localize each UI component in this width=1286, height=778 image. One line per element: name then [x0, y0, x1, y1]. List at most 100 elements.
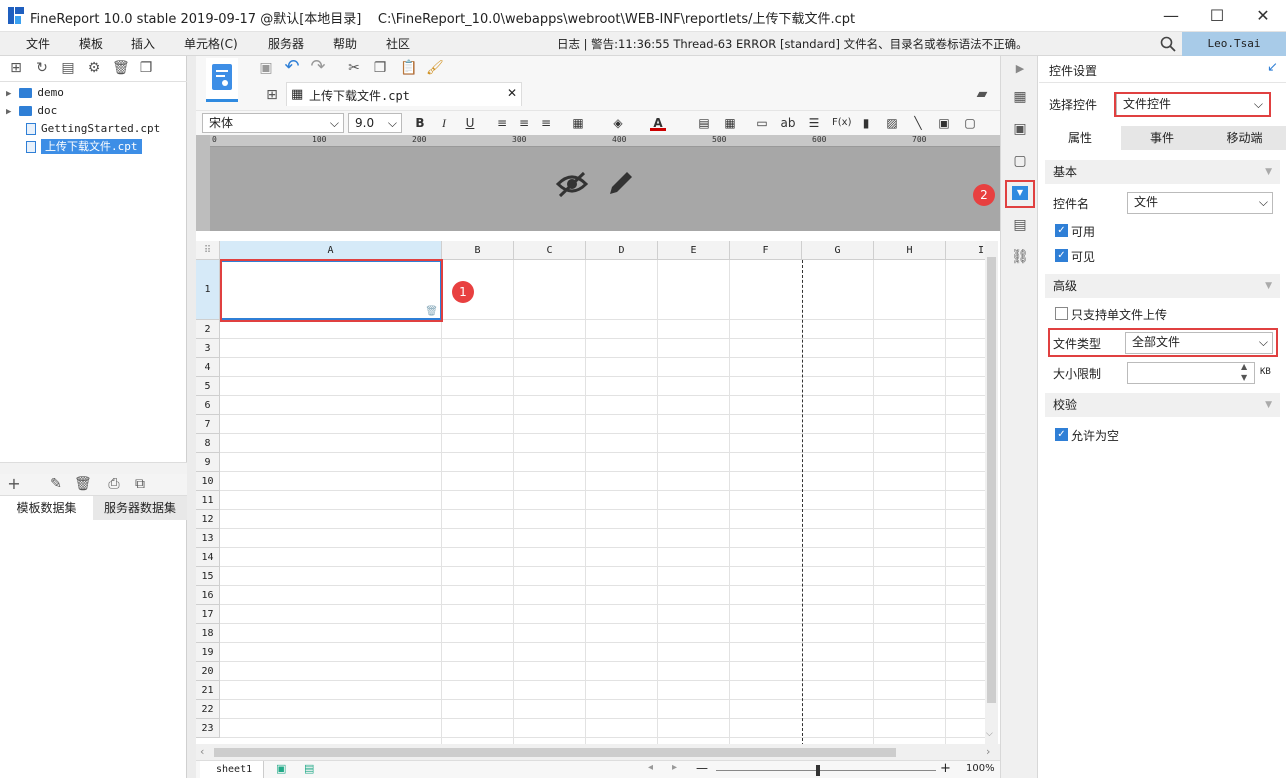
row-header[interactable]: 21 — [196, 681, 220, 700]
row-header[interactable]: 9 — [196, 453, 220, 472]
hyperlink-icon[interactable]: ⛓ — [1011, 248, 1029, 266]
zoom-in-icon[interactable]: + — [940, 761, 951, 776]
copy-icon[interactable]: ❐ — [372, 60, 388, 76]
add-sheet-icon[interactable]: ▣ — [276, 762, 286, 775]
tree-item-doc[interactable]: ▶ doc — [6, 102, 57, 120]
align-left-icon[interactable]: ≡ — [494, 115, 510, 131]
tab-mobile[interactable]: 移动端 — [1203, 126, 1286, 150]
row-header[interactable]: 6 — [196, 396, 220, 415]
menu-template[interactable]: 模板 — [79, 35, 103, 52]
spreadsheet-grid[interactable]: ⠿ A B C D E F G H I 1 2 3 4 5 6 7 8 9 10 11 12 13 14 1… — [196, 241, 986, 746]
delete-dataset-icon[interactable]: 🗑 — [74, 476, 92, 492]
menu-community[interactable]: 社区 — [386, 35, 410, 52]
horizontal-scrollbar[interactable]: ‹ › — [196, 744, 1000, 760]
row-header[interactable]: 15 — [196, 567, 220, 586]
text-icon[interactable]: ab — [780, 115, 796, 131]
widget-settings-icon[interactable]: ▼ — [1012, 186, 1028, 200]
template-type-button[interactable] — [206, 58, 238, 102]
locate-icon[interactable]: ▤ — [60, 60, 76, 76]
sheet-next-icon[interactable]: ▸ — [672, 762, 677, 773]
log-message[interactable]: 日志 | 警告:11:36:55 Thread-63 ERROR [standa… — [557, 36, 1028, 52]
delete-icon[interactable]: 🗑 — [112, 60, 130, 76]
menu-help[interactable]: 帮助 — [333, 35, 357, 52]
section-advanced[interactable]: 高级 ▼ — [1045, 274, 1280, 298]
tab-template-dataset[interactable]: 模板数据集 — [0, 496, 93, 520]
row-header[interactable]: 7 — [196, 415, 220, 434]
row-header[interactable]: 23 — [196, 719, 220, 738]
fill-color-icon[interactable]: ◈ — [610, 115, 626, 131]
zoom-slider[interactable] — [716, 770, 936, 771]
slash-icon[interactable]: ╲ — [910, 115, 926, 131]
pin-icon[interactable]: ↙ — [1267, 60, 1278, 75]
template-tab[interactable]: ▦ 上传下载文件.cpt ✕ — [286, 82, 522, 106]
expand-arrow-icon[interactable]: ▶ — [1011, 60, 1029, 78]
menu-server[interactable]: 服务器 — [268, 35, 304, 52]
widget-name-field[interactable]: 文件 ⌵ — [1127, 192, 1273, 214]
row-header[interactable]: 4 — [196, 358, 220, 377]
row-header[interactable]: 3 — [196, 339, 220, 358]
row-header[interactable]: 18 — [196, 624, 220, 643]
row-header[interactable]: 22 — [196, 700, 220, 719]
row-header[interactable]: 1 — [196, 260, 220, 320]
tab-attributes[interactable]: 属性 — [1039, 126, 1121, 150]
row-header[interactable]: 8 — [196, 434, 220, 453]
tab-server-dataset[interactable]: 服务器数据集 — [93, 496, 187, 520]
float-element-icon[interactable]: ▢ — [1011, 152, 1029, 170]
edit-icon[interactable]: ✎ — [48, 476, 64, 492]
cut-icon[interactable]: ✂ — [346, 60, 362, 76]
tree-item-demo[interactable]: ▶ demo — [6, 84, 64, 102]
row-header[interactable]: 5 — [196, 377, 220, 396]
tree-item-gettingstarted[interactable]: GettingStarted.cpt — [26, 120, 160, 138]
rich-text-icon[interactable]: ☰ — [806, 115, 822, 131]
hide-eye-icon[interactable] — [555, 170, 589, 198]
tab-events[interactable]: 事件 — [1121, 126, 1203, 150]
enabled-checkbox[interactable]: ✓ — [1055, 224, 1068, 237]
scroll-thumb[interactable] — [987, 257, 996, 703]
row-header[interactable]: 11 — [196, 491, 220, 510]
font-family-select[interactable]: 宋体 ⌵ — [202, 113, 344, 133]
visible-checkbox[interactable]: ✓ — [1055, 249, 1068, 262]
maximize-button[interactable]: ☐ — [1194, 0, 1240, 32]
image-icon[interactable]: ▨ — [884, 115, 900, 131]
row-header[interactable]: 2 — [196, 320, 220, 339]
condition-attribute-icon[interactable]: ▤ — [1011, 216, 1029, 234]
row-header[interactable]: 17 — [196, 605, 220, 624]
insert-formula-icon[interactable]: ▭ — [754, 115, 770, 131]
search-icon[interactable] — [1160, 36, 1176, 52]
column-header-g[interactable]: G — [802, 241, 874, 260]
italic-icon[interactable]: I — [436, 115, 452, 131]
section-basic[interactable]: 基本 ▼ — [1045, 160, 1280, 184]
font-color-icon[interactable]: A — [650, 115, 666, 131]
section-validation[interactable]: 校验 ▼ — [1045, 393, 1280, 417]
border-icon[interactable]: ▦ — [570, 115, 586, 131]
panel-splitter[interactable] — [0, 462, 187, 474]
scroll-left-icon[interactable]: ‹ — [200, 745, 204, 758]
edit-pencil-icon[interactable] — [606, 168, 636, 198]
row-header[interactable]: 10 — [196, 472, 220, 491]
close-tab-icon[interactable]: ✕ — [507, 86, 517, 100]
chart-icon[interactable]: ▮ — [858, 115, 874, 131]
preview-icon[interactable]: ⎙ — [106, 476, 122, 492]
cell-element-icon[interactable]: ▦ — [1011, 88, 1029, 106]
column-header-b[interactable]: B — [442, 241, 514, 260]
undo-icon[interactable]: ↶ — [284, 58, 300, 76]
column-header-c[interactable]: C — [514, 241, 586, 260]
vertical-scrollbar[interactable]: ⌵ — [985, 241, 998, 746]
align-center-icon[interactable]: ≡ — [516, 115, 532, 131]
collapse-icon[interactable]: ❐ — [138, 60, 154, 76]
scroll-down-icon[interactable]: ⌵ — [986, 729, 993, 739]
cell-attribute-icon[interactable]: ▣ — [1011, 120, 1029, 138]
sheet-prev-icon[interactable]: ◂ — [648, 762, 653, 773]
row-header[interactable]: 14 — [196, 548, 220, 567]
single-file-checkbox[interactable] — [1055, 307, 1068, 320]
row-header[interactable]: 13 — [196, 529, 220, 548]
minimize-button[interactable]: — — [1148, 0, 1194, 32]
menu-cell[interactable]: 单元格(C) — [184, 35, 238, 52]
save-icon[interactable]: ▣ — [258, 60, 274, 76]
column-header-i[interactable]: I — [946, 241, 986, 260]
edit-connection-icon[interactable]: ⧉ — [132, 476, 148, 492]
cell-border-icon[interactable]: ▢ — [962, 115, 978, 131]
close-button[interactable]: ✕ — [1240, 0, 1286, 32]
column-header-h[interactable]: H — [874, 241, 946, 260]
formula-icon[interactable]: F(x) — [832, 115, 851, 131]
